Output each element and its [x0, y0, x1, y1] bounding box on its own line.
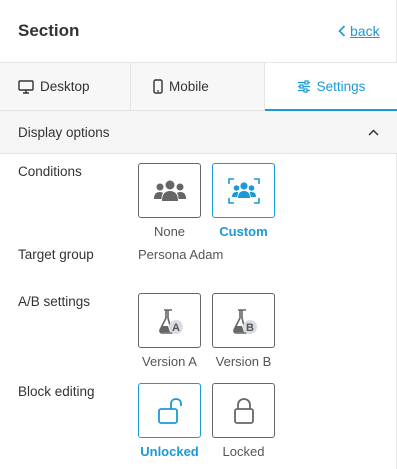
back-link-label: back — [350, 23, 380, 39]
tab-desktop[interactable]: Desktop — [0, 63, 131, 110]
conditions-label: Conditions — [18, 164, 82, 179]
version-b-button[interactable]: B — [212, 293, 275, 348]
section-settings-panel: Section back Desktop Mobile Settings Dis… — [0, 0, 397, 469]
tab-mobile[interactable]: Mobile — [131, 63, 265, 110]
flask-b-badge: B — [246, 322, 254, 334]
condition-none-button[interactable] — [138, 163, 201, 218]
version-b-caption: Version B — [215, 354, 272, 369]
ab-option-version-b[interactable]: B Version B — [212, 293, 275, 369]
tab-bar: Desktop Mobile Settings — [0, 63, 397, 111]
condition-option-none[interactable]: None — [138, 163, 201, 239]
panel-title: Section — [18, 21, 80, 40]
block-editing-label: Block editing — [18, 384, 95, 399]
group-focus-icon — [227, 177, 260, 204]
condition-custom-button[interactable] — [212, 163, 275, 218]
condition-custom-caption: Custom — [219, 224, 268, 239]
chevron-up-icon — [368, 128, 379, 136]
version-a-caption: Version A — [142, 354, 197, 369]
chevron-left-icon — [338, 25, 346, 37]
unlocked-caption: Unlocked — [140, 444, 199, 459]
group-icon — [153, 180, 186, 201]
unlock-icon — [157, 397, 182, 424]
ab-settings-label: A/B settings — [18, 294, 91, 309]
locked-caption: Locked — [222, 444, 265, 459]
mobile-icon — [153, 79, 163, 94]
block-editing-option-locked[interactable]: Locked — [212, 383, 275, 459]
tab-mobile-label: Mobile — [169, 79, 209, 94]
unlocked-button[interactable] — [138, 383, 201, 438]
back-link[interactable]: back — [338, 23, 380, 39]
ab-option-version-a[interactable]: A Version A — [138, 293, 201, 369]
monitor-icon — [18, 79, 34, 94]
tab-settings-label: Settings — [316, 78, 366, 94]
target-group-label: Target group — [18, 247, 94, 262]
tab-settings[interactable]: Settings — [265, 63, 397, 111]
display-options-label: Display options — [18, 124, 110, 140]
lock-icon — [233, 397, 254, 424]
flask-b-icon: B — [232, 308, 257, 334]
locked-button[interactable] — [212, 383, 275, 438]
tab-desktop-label: Desktop — [40, 79, 90, 94]
flask-a-icon: A — [158, 308, 183, 334]
condition-option-custom[interactable]: Custom — [212, 163, 275, 239]
display-options-toggle[interactable]: Display options — [0, 111, 397, 154]
target-group-value: Persona Adam — [138, 247, 224, 262]
version-a-button[interactable]: A — [138, 293, 201, 348]
flask-a-badge: A — [172, 322, 180, 334]
panel-header: Section back — [0, 0, 397, 63]
block-editing-option-unlocked[interactable]: Unlocked — [138, 383, 201, 459]
sliders-icon — [297, 79, 310, 93]
condition-none-caption: None — [153, 224, 186, 239]
